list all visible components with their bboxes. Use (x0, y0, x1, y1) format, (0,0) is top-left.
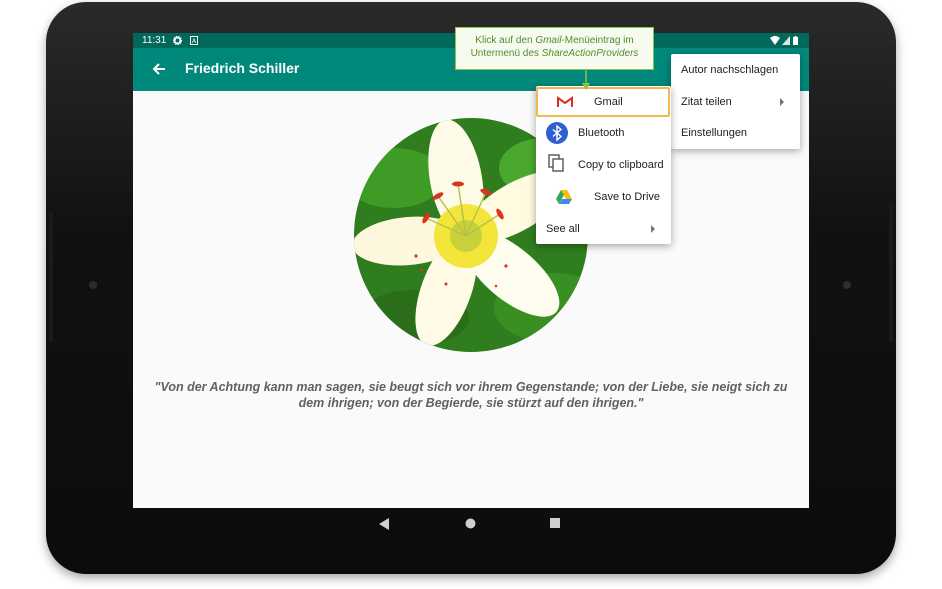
menu-item-autor-nachschlagen[interactable]: Autor nachschlagen (681, 64, 778, 76)
tablet-side-button (889, 202, 893, 342)
nav-back-icon[interactable] (379, 518, 389, 530)
drive-icon (556, 190, 572, 204)
callout-line-1: Klick auf den Gmail-Menüeintrag im (475, 35, 634, 46)
callout-pointer (582, 69, 590, 90)
svg-text:A: A (192, 38, 197, 45)
front-sensor (843, 281, 851, 289)
share-item-bluetooth[interactable]: Bluetooth (578, 127, 624, 139)
front-sensor (89, 281, 97, 289)
chevron-right-icon (780, 98, 784, 106)
navigation-bar (133, 508, 809, 540)
tablet-side-button (49, 212, 53, 342)
annotation-callout: Klick auf den Gmail-Menüeintrag im Unter… (455, 27, 654, 70)
menu-item-zitat-teilen[interactable]: Zitat teilen (681, 96, 732, 108)
wifi-icon (770, 36, 780, 45)
share-item-see-all[interactable]: See all (546, 223, 580, 235)
status-time: 11:31 (142, 35, 167, 46)
chevron-right-icon (651, 225, 655, 233)
menu-item-einstellungen[interactable]: Einstellungen (681, 127, 747, 139)
battery-icon (793, 36, 798, 45)
overflow-menu: Autor nachschlagen Zitat teilen Einstell… (671, 54, 800, 149)
settings-icon (173, 36, 182, 45)
back-arrow-icon[interactable] (149, 59, 169, 79)
nav-recents-icon[interactable] (550, 518, 560, 528)
app-title: Friedrich Schiller (185, 60, 300, 76)
quote-text: "Von der Achtung kann man sagen, sie beu… (154, 380, 788, 410)
gmail-highlight-box (536, 87, 670, 117)
share-item-save-to-drive[interactable]: Save to Drive (594, 191, 660, 203)
notification-icon: A (190, 36, 198, 45)
share-item-copy-to-clipboard[interactable]: Copy to clipboard (578, 159, 664, 171)
bluetooth-icon (546, 122, 568, 144)
nav-home-icon[interactable] (465, 518, 476, 529)
copy-icon (548, 154, 564, 172)
signal-icon (782, 36, 790, 45)
callout-line-2: Untermenü des ShareActionProviders (470, 48, 639, 59)
